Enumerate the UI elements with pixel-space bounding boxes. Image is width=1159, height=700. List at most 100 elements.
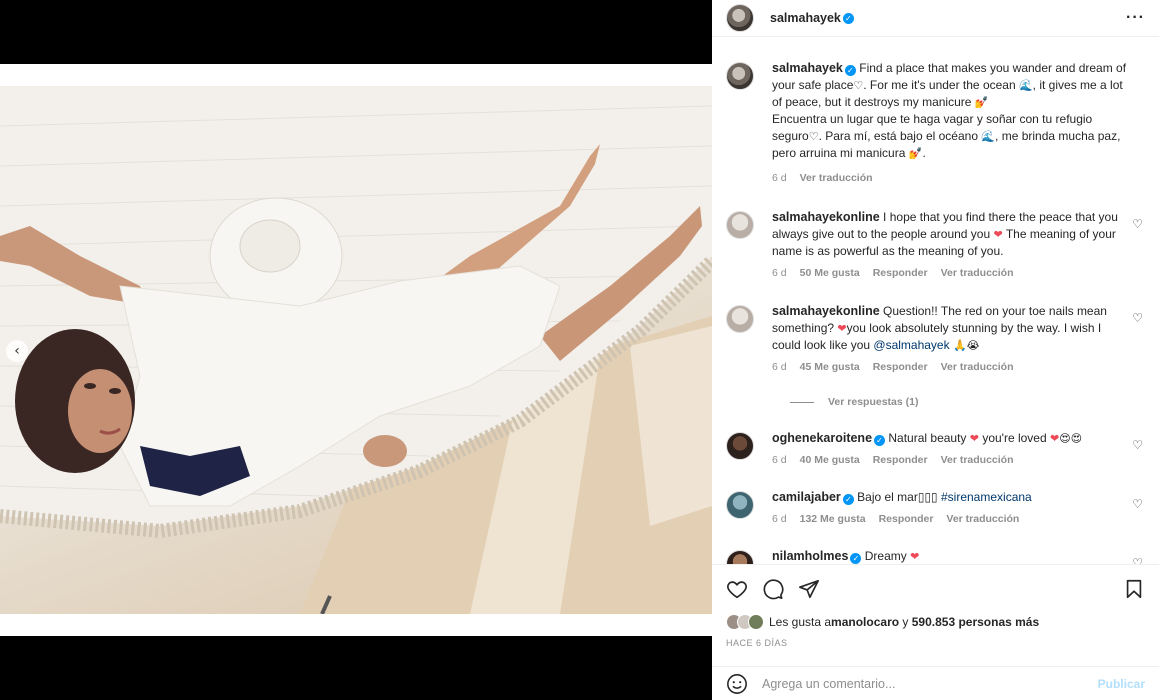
comment-text: Natural beauty [888, 431, 970, 445]
liker-username[interactable]: manolocaro [831, 615, 899, 629]
comment-body: camilajaber ✓ Bajo el mar▯▯▯ #sirenamexic… [772, 489, 1132, 528]
like-comment-heart-icon[interactable]: ♡ [1132, 311, 1143, 325]
post-photo[interactable] [0, 86, 712, 614]
comment-item: camilajaber ✓ Bajo el mar▯▯▯ #sirenamexic… [726, 489, 1145, 528]
comment-body: nilamholmes ✓ Dreamy ❤ [772, 548, 1132, 564]
add-comment-bar: Publicar [712, 666, 1159, 700]
comment-username[interactable]: camilajaber [772, 490, 841, 504]
comment-item: nilamholmes ✓ Dreamy ❤ ♡ [726, 548, 1145, 564]
comment-username[interactable]: oghenekaroitene [772, 431, 872, 445]
comment-avatar[interactable] [726, 491, 754, 519]
comment-avatar[interactable] [726, 432, 754, 460]
translate-link[interactable]: Ver traducción [941, 452, 1014, 469]
comment-meta: 6 d 40 Me gusta Responder Ver traducción [772, 452, 1132, 469]
wave-emoji: 🌊 [1018, 79, 1033, 92]
verified-badge-icon: ✓ [874, 435, 886, 446]
caption-time[interactable]: 6 d [772, 170, 787, 187]
like-comment-heart-icon[interactable]: ♡ [1132, 556, 1143, 564]
likes-count[interactable]: 590.853 personas más [912, 615, 1039, 629]
comment-text: Bajo el mar [857, 490, 918, 504]
translate-link[interactable]: Ver traducción [946, 511, 1019, 528]
comment-likes[interactable]: 132 Me gusta [800, 511, 866, 528]
white-heart-emoji: ♡ [808, 130, 819, 143]
like-comment-heart-icon[interactable]: ♡ [1132, 217, 1143, 231]
comment-username[interactable]: salmahayekonline [772, 304, 880, 318]
comment-input[interactable] [762, 676, 1098, 691]
verified-badge-icon: ✓ [844, 65, 856, 76]
comment-item: salmahayekonline I hope that you find th… [726, 209, 1145, 282]
comments-list[interactable]: salmahayek ✓ Find a place that makes you … [712, 38, 1159, 564]
likes-middle: y [899, 615, 912, 629]
nail-polish-emoji: 💅 [908, 147, 923, 160]
red-heart-emoji: ❤ [837, 322, 847, 335]
caption-avatar[interactable] [726, 62, 754, 90]
missing-glyph-boxes: ▯▯▯ [917, 490, 938, 504]
comment-time[interactable]: 6 d [772, 452, 787, 469]
comment-username[interactable]: salmahayekonline [772, 210, 880, 224]
heart-eyes-emoji: 😍😍 [1059, 432, 1083, 445]
verified-badge-icon: ✓ [850, 553, 862, 564]
like-heart-icon[interactable] [726, 578, 748, 600]
caption-text-en-2: . For me it's under the ocean [863, 78, 1019, 92]
more-options-icon[interactable]: ··· [1126, 9, 1145, 27]
likes-prefix: Les gusta a [769, 615, 832, 629]
carousel-prev-button[interactable]: ‹ [6, 340, 28, 362]
hashtag-link[interactable]: #sirenamexicana [941, 490, 1032, 504]
share-paper-plane-icon[interactable] [798, 578, 820, 600]
comment-avatar[interactable] [726, 550, 754, 564]
owner-avatar[interactable] [726, 4, 754, 32]
comment-avatar[interactable] [726, 211, 754, 239]
liker-avatar [748, 614, 764, 630]
emoji-smiley-icon[interactable] [726, 673, 748, 695]
comment-avatar[interactable] [726, 305, 754, 333]
publish-button[interactable]: Publicar [1098, 677, 1145, 691]
like-comment-heart-icon[interactable]: ♡ [1132, 497, 1143, 511]
reply-button[interactable]: Responder [873, 452, 928, 469]
red-heart-emoji: ❤ [910, 550, 920, 563]
caption-username[interactable]: salmahayek [772, 61, 843, 75]
comment-body: salmahayekonline I hope that you find th… [772, 209, 1132, 282]
comment-likes[interactable]: 45 Me gusta [800, 359, 860, 376]
comment-time[interactable]: 6 d [772, 511, 787, 528]
reply-button[interactable]: Responder [873, 359, 928, 376]
post-timestamp[interactable]: HACE 6 DÍAS [726, 638, 788, 648]
comment-time[interactable]: 6 d [772, 359, 787, 376]
comment-body: oghenekaroitene ✓ Natural beauty ❤ you're… [772, 430, 1132, 469]
comment-username[interactable]: nilamholmes [772, 549, 848, 563]
comment-bubble-icon[interactable] [762, 578, 784, 600]
owner-username[interactable]: salmahayek [770, 11, 841, 25]
red-heart-emoji: ❤ [969, 432, 979, 445]
mention-link[interactable]: @salmahayek [873, 338, 949, 352]
caption: salmahayek ✓ Find a place that makes you … [726, 60, 1145, 187]
post-header: salmahayek ✓ ··· [712, 0, 1159, 37]
owner-username-group: salmahayek ✓ [770, 11, 854, 25]
verified-badge-icon: ✓ [842, 494, 854, 505]
reply-button[interactable]: Responder [879, 511, 934, 528]
reply-button[interactable]: Responder [873, 265, 928, 282]
nail-polish-emoji: 💅 [974, 96, 989, 109]
comment-meta: 6 d 50 Me gusta Responder Ver traducción [772, 265, 1132, 282]
caption-meta: 6 d Ver traducción [772, 170, 1132, 187]
post-actions-bar [712, 564, 1159, 612]
bookmark-icon[interactable] [1123, 578, 1145, 600]
caption-translate-link[interactable]: Ver traducción [800, 170, 873, 187]
comment-meta: 6 d 132 Me gusta Responder Ver traducció… [772, 511, 1132, 528]
translate-link[interactable]: Ver traducción [941, 359, 1014, 376]
white-heart-emoji: ♡ [853, 79, 864, 92]
comment-meta: 6 d 45 Me gusta Responder Ver traducción [772, 359, 1132, 376]
comment-likes[interactable]: 50 Me gusta [800, 265, 860, 282]
translate-link[interactable]: Ver traducción [941, 265, 1014, 282]
red-heart-emoji: ❤ [1049, 432, 1060, 445]
post-media-area: ‹ [0, 0, 712, 700]
view-replies-button[interactable]: Ver respuestas (1) [790, 396, 1145, 408]
caption-text-es-2: . Para mí, está bajo el océano [818, 129, 982, 143]
liker-avatars[interactable] [726, 614, 764, 630]
comment-text: you're loved [978, 431, 1050, 445]
comment-likes[interactable]: 40 Me gusta [800, 452, 860, 469]
hammock-photo-illustration [0, 86, 712, 614]
comment-time[interactable]: 6 d [772, 265, 787, 282]
comment-item: salmahayekonline Question!! The red on y… [726, 303, 1145, 376]
pray-emoji: 🙏😭 [952, 339, 980, 352]
post-side-panel: salmahayek ✓ ··· salmahayek ✓ Find a plac… [712, 0, 1159, 700]
like-comment-heart-icon[interactable]: ♡ [1132, 438, 1143, 452]
